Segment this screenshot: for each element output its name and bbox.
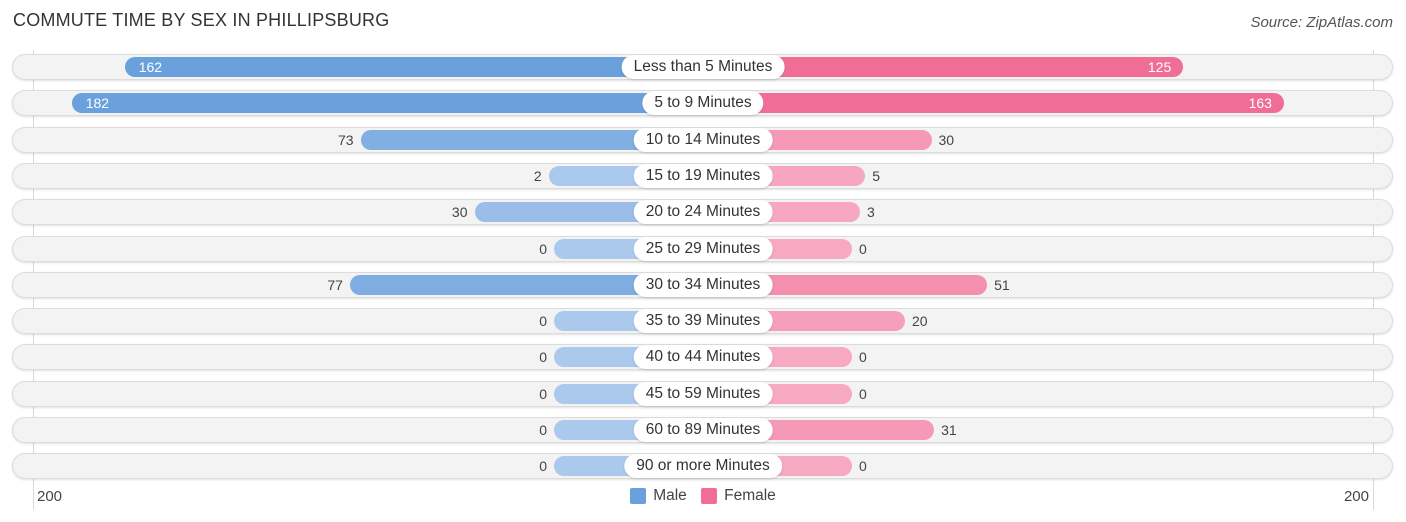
- legend: Male Female: [0, 487, 1406, 509]
- value-label-male: 0: [539, 458, 547, 475]
- chart-area: 162 125 Less than 5 Minutes 182 163 5 to 9 Mi…: [0, 0, 1406, 522]
- value-label-male: 0: [539, 313, 547, 330]
- category-label: Less than 5 Minutes: [621, 55, 785, 79]
- value-label-male: 73: [337, 131, 354, 148]
- legend-label-male: Male: [653, 487, 687, 504]
- legend-label-female: Female: [724, 487, 776, 504]
- legend-swatch-female: [701, 488, 718, 504]
- category-label: 30 to 34 Minutes: [633, 272, 773, 297]
- category-label: 10 to 14 Minutes: [633, 127, 773, 152]
- bar-male[interactable]: [124, 57, 703, 77]
- category-label: 35 to 39 Minutes: [633, 309, 773, 334]
- value-label-female: 30: [938, 131, 955, 148]
- value-label-male: 0: [539, 349, 547, 366]
- value-label-female: 51: [994, 276, 1010, 293]
- value-label-female: 5: [872, 167, 881, 184]
- legend-swatch-male: [630, 488, 647, 504]
- value-label-male: 0: [539, 240, 547, 257]
- value-label-female: 125: [1147, 59, 1172, 75]
- legend-item-male[interactable]: Male: [630, 487, 687, 505]
- bar-female[interactable]: [703, 93, 1284, 114]
- value-label-male: 162: [138, 59, 163, 75]
- value-label-male: 0: [539, 385, 547, 402]
- category-label: 40 to 44 Minutes: [633, 345, 773, 370]
- value-label-female: 0: [859, 349, 867, 366]
- category-label: 90 or more Minutes: [624, 454, 782, 479]
- value-label-female: 163: [1248, 95, 1272, 112]
- value-label-female: 3: [866, 204, 875, 221]
- value-label-female: 0: [859, 240, 867, 257]
- value-label-male: 0: [539, 422, 547, 438]
- legend-item-female[interactable]: Female: [701, 487, 776, 505]
- category-label: 45 to 59 Minutes: [633, 381, 773, 406]
- category-label: 15 to 19 Minutes: [633, 163, 773, 188]
- value-label-female: 31: [941, 422, 957, 438]
- value-label-female: 0: [859, 385, 867, 402]
- value-label-female: 20: [912, 313, 928, 330]
- category-label: 60 to 89 Minutes: [633, 418, 773, 442]
- category-label: 25 to 29 Minutes: [633, 236, 773, 261]
- value-label-male: 77: [327, 276, 343, 293]
- bar-male[interactable]: [71, 93, 703, 114]
- category-label: 20 to 24 Minutes: [633, 200, 773, 225]
- value-label-female: 0: [859, 458, 867, 475]
- value-label-male: 2: [533, 167, 542, 184]
- category-label: 5 to 9 Minutes: [642, 91, 764, 116]
- value-label-male: 30: [451, 204, 468, 221]
- value-label-male: 182: [85, 95, 110, 112]
